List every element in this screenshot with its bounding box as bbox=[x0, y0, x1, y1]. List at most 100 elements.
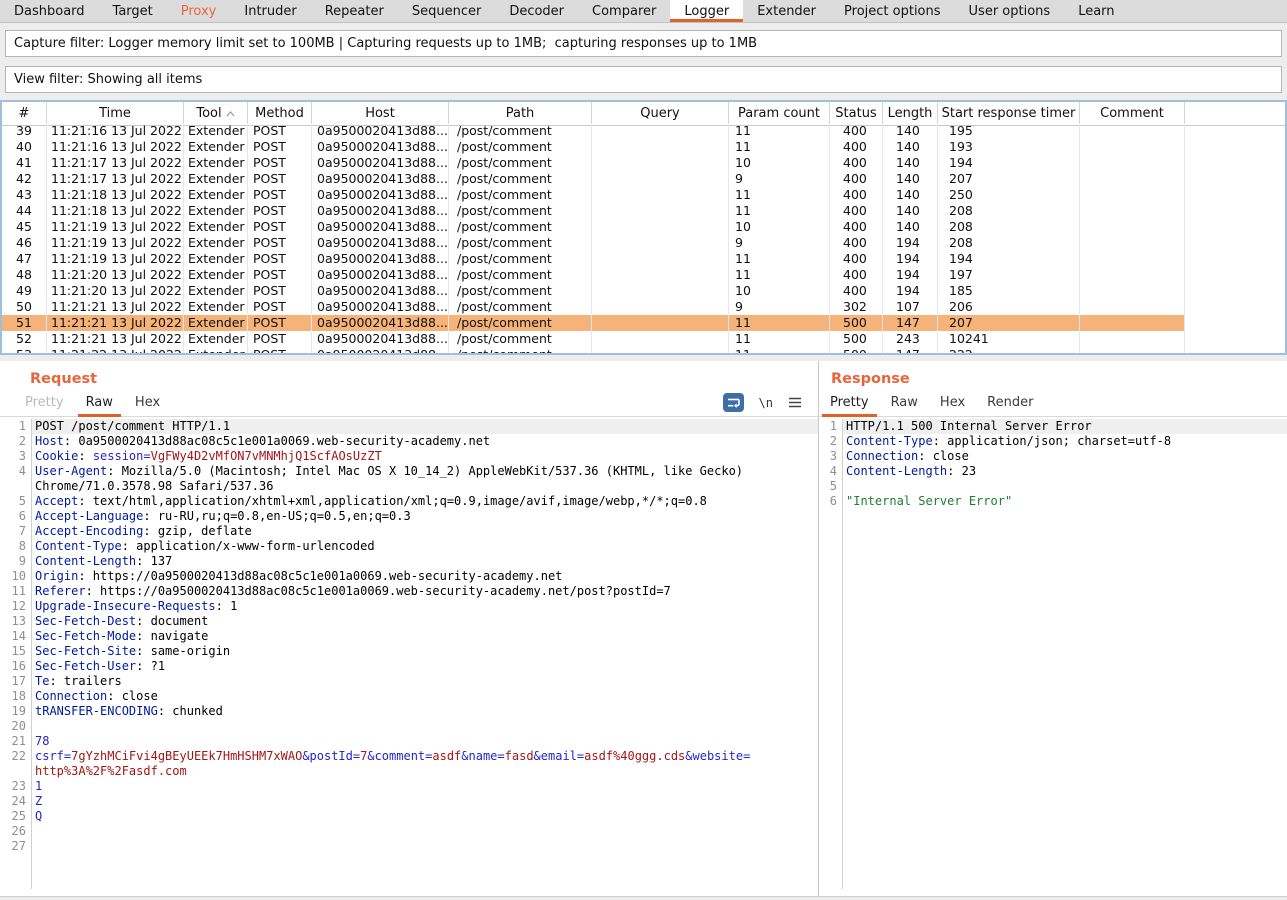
column-header-label: Method bbox=[255, 106, 304, 121]
table-row[interactable]: 4511:21:19 13 Jul 2022ExtenderPOST0a9500… bbox=[2, 219, 1185, 235]
capture-filter-bar[interactable]: Capture filter: Logger memory limit set … bbox=[5, 30, 1282, 57]
cell-host: 0a9500020413d88... bbox=[312, 123, 449, 139]
table-row[interactable]: 4411:21:18 13 Jul 2022ExtenderPOST0a9500… bbox=[2, 203, 1185, 219]
editor-menu-icon[interactable] bbox=[788, 397, 802, 408]
table-row[interactable]: 5311:21:22 13 Jul 2022ExtenderPOST0a9500… bbox=[2, 347, 1185, 355]
cell-tool: Extender bbox=[184, 139, 248, 155]
code-line: Chrome/71.0.3578.98 Safari/537.36 bbox=[31, 479, 818, 494]
menu-tab-logger[interactable]: Logger bbox=[670, 0, 743, 22]
code-segment: : 137 bbox=[136, 554, 172, 568]
word-wrap-icon[interactable] bbox=[723, 393, 744, 412]
column-header-length[interactable]: Length bbox=[883, 102, 938, 125]
cell-num: 48 bbox=[2, 267, 47, 283]
table-row[interactable]: 5211:21:21 13 Jul 2022ExtenderPOST0a9500… bbox=[2, 331, 1185, 347]
newline-toggle-icon[interactable]: \n bbox=[759, 396, 773, 410]
code-segment: "Internal Server Error" bbox=[846, 494, 1012, 508]
cell-num: 39 bbox=[2, 123, 47, 139]
table-row[interactable]: 4711:21:19 13 Jul 2022ExtenderPOST0a9500… bbox=[2, 251, 1185, 267]
cell-path: /post/comment bbox=[449, 315, 592, 331]
column-header-query[interactable]: Query bbox=[592, 102, 729, 125]
view-filter-bar[interactable]: View filter: Showing all items bbox=[5, 66, 1282, 93]
cell-length: 107 bbox=[883, 299, 938, 315]
response-editor[interactable]: 1HTTP/1.1 500 Internal Server Error2Cont… bbox=[819, 419, 1287, 889]
cell-host: 0a9500020413d88... bbox=[312, 299, 449, 315]
menu-tab-extender[interactable]: Extender bbox=[743, 0, 830, 22]
cell-params: 11 bbox=[729, 187, 830, 203]
menu-tab-project-options[interactable]: Project options bbox=[830, 0, 955, 22]
table-row[interactable]: 4811:21:20 13 Jul 2022ExtenderPOST0a9500… bbox=[2, 267, 1185, 283]
request-tab-hex[interactable]: Hex bbox=[124, 389, 171, 416]
code-segment: : 1 bbox=[216, 599, 238, 613]
request-tab-pretty[interactable]: Pretty bbox=[14, 389, 75, 416]
menu-tab-repeater[interactable]: Repeater bbox=[311, 0, 398, 22]
table-row[interactable]: 4111:21:17 13 Jul 2022ExtenderPOST0a9500… bbox=[2, 155, 1185, 171]
table-row[interactable]: 4011:21:16 13 Jul 2022ExtenderPOST0a9500… bbox=[2, 139, 1185, 155]
code-line: tRANSFER-ENCODING: chunked bbox=[31, 704, 818, 719]
cell-time: 11:21:17 13 Jul 2022 bbox=[47, 171, 184, 187]
column-header-time[interactable]: Time bbox=[47, 102, 184, 125]
menu-tab-learn[interactable]: Learn bbox=[1064, 0, 1128, 22]
table-row[interactable]: 4611:21:19 13 Jul 2022ExtenderPOST0a9500… bbox=[2, 235, 1185, 251]
cell-comment bbox=[1080, 219, 1185, 235]
table-row[interactable]: 5011:21:21 13 Jul 2022ExtenderPOST0a9500… bbox=[2, 299, 1185, 315]
response-tab-raw[interactable]: Raw bbox=[880, 389, 929, 416]
cell-timer: 208 bbox=[938, 219, 1080, 235]
menu-tab-dashboard[interactable]: Dashboard bbox=[0, 0, 99, 22]
table-row[interactable]: 4311:21:18 13 Jul 2022ExtenderPOST0a9500… bbox=[2, 187, 1185, 203]
sort-ascending-icon bbox=[226, 106, 235, 121]
table-row[interactable]: 4911:21:20 13 Jul 2022ExtenderPOST0a9500… bbox=[2, 283, 1185, 299]
editor-line: 8Content-Type: application/x-www-form-ur… bbox=[0, 539, 818, 554]
code-segment: Cookie bbox=[35, 449, 78, 463]
request-tab-raw[interactable]: Raw bbox=[75, 389, 124, 416]
code-line: HTTP/1.1 500 Internal Server Error bbox=[842, 419, 1287, 434]
editor-line: 4Content-Length: 23 bbox=[819, 464, 1287, 479]
cell-query bbox=[592, 155, 729, 171]
request-editor[interactable]: 1POST /post/comment HTTP/1.12Host: 0a950… bbox=[0, 419, 818, 889]
cell-path: /post/comment bbox=[449, 235, 592, 251]
menu-tab-sequencer[interactable]: Sequencer bbox=[398, 0, 495, 22]
cell-method: POST bbox=[248, 347, 312, 355]
cell-method: POST bbox=[248, 235, 312, 251]
code-segment: : application/x-www-form-urlencoded bbox=[122, 539, 375, 553]
column-header-method[interactable]: Method bbox=[248, 102, 312, 125]
table-row[interactable]: 5111:21:21 13 Jul 2022ExtenderPOST0a9500… bbox=[2, 315, 1185, 331]
cell-path: /post/comment bbox=[449, 251, 592, 267]
cell-query bbox=[592, 219, 729, 235]
column-header-path[interactable]: Path bbox=[449, 102, 592, 125]
code-line: csrf=7gYzhMCiFvi4gBEyUEEk7HmHSHM7xWAO&po… bbox=[31, 749, 818, 764]
editor-line: 6"Internal Server Error" bbox=[819, 494, 1287, 509]
table-row[interactable]: 4211:21:17 13 Jul 2022ExtenderPOST0a9500… bbox=[2, 171, 1185, 187]
response-panel: Response PrettyRawHexRender 1HTTP/1.1 50… bbox=[819, 361, 1287, 896]
menu-tab-intruder[interactable]: Intruder bbox=[230, 0, 310, 22]
cell-method: POST bbox=[248, 331, 312, 347]
response-tab-pretty[interactable]: Pretty bbox=[819, 389, 880, 416]
tab-label: Hex bbox=[135, 395, 160, 410]
column-header-host[interactable]: Host bbox=[312, 102, 449, 125]
menu-tab-comparer[interactable]: Comparer bbox=[578, 0, 670, 22]
table-row[interactable]: 3911:21:16 13 Jul 2022ExtenderPOST0a9500… bbox=[2, 123, 1185, 139]
line-number: 27 bbox=[0, 839, 31, 854]
code-line: Connection: close bbox=[842, 449, 1287, 464]
menu-tab-target[interactable]: Target bbox=[99, 0, 167, 22]
menu-tab-decoder[interactable]: Decoder bbox=[495, 0, 578, 22]
menu-tab-label: Repeater bbox=[325, 4, 384, 19]
column-header-start-response-timer[interactable]: Start response timer bbox=[938, 102, 1080, 125]
line-number: 12 bbox=[0, 599, 31, 614]
editor-line: 5Accept: text/html,application/xhtml+xml… bbox=[0, 494, 818, 509]
menu-tab-label: User options bbox=[969, 4, 1051, 19]
column-header-status[interactable]: Status bbox=[830, 102, 883, 125]
response-tab-render[interactable]: Render bbox=[976, 389, 1044, 416]
menu-tab-proxy[interactable]: Proxy bbox=[167, 0, 231, 22]
cell-status: 400 bbox=[830, 219, 883, 235]
column-header-num[interactable]: # bbox=[2, 102, 47, 125]
response-tab-hex[interactable]: Hex bbox=[929, 389, 976, 416]
tab-label: Raw bbox=[891, 395, 918, 410]
column-header-comment[interactable]: Comment bbox=[1080, 102, 1185, 125]
menu-tab-user-options[interactable]: User options bbox=[955, 0, 1065, 22]
cell-host: 0a9500020413d88... bbox=[312, 155, 449, 171]
column-header-param-count[interactable]: Param count bbox=[729, 102, 830, 125]
cell-path: /post/comment bbox=[449, 187, 592, 203]
cell-path: /post/comment bbox=[449, 331, 592, 347]
cell-comment bbox=[1080, 139, 1185, 155]
column-header-tool[interactable]: Tool bbox=[184, 102, 248, 125]
